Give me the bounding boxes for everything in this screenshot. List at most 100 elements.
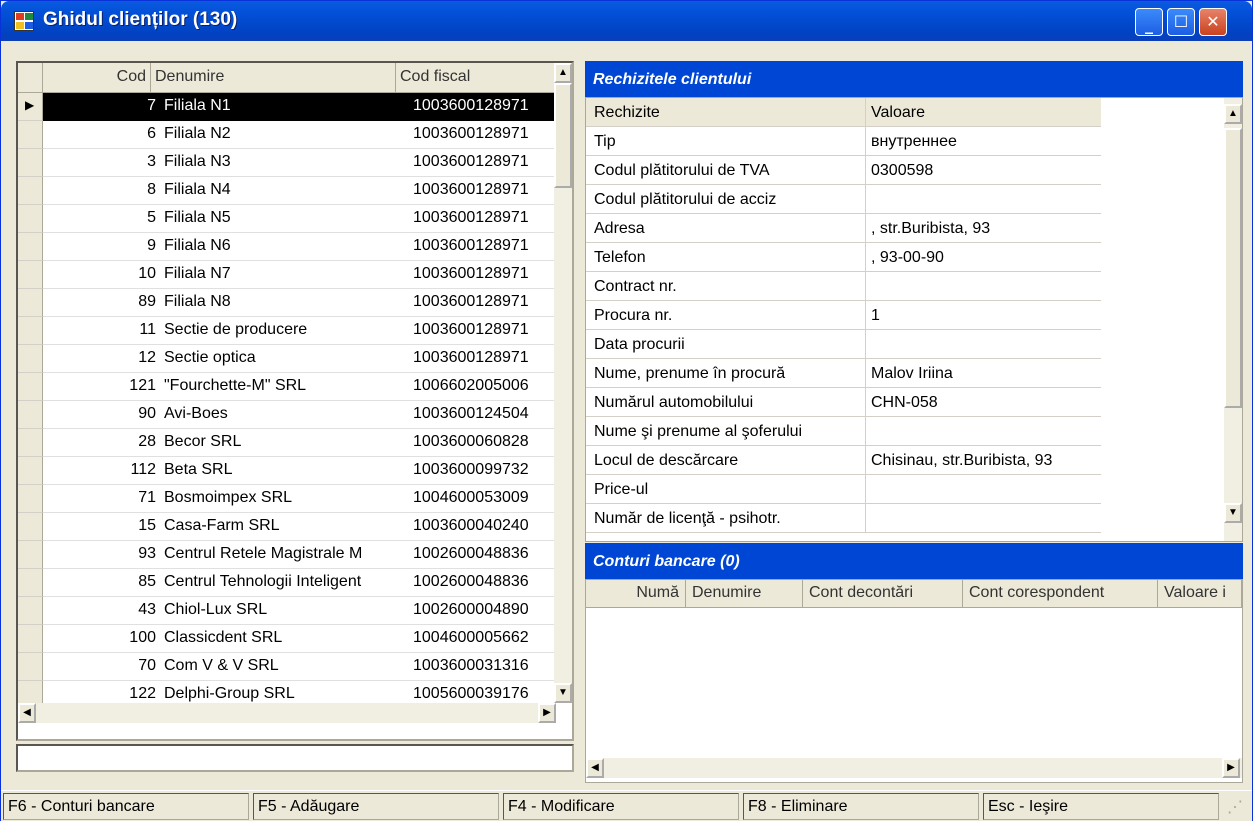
table-row[interactable]: 9 Filiala N6 1003600128971 [43, 233, 556, 261]
requisites-scrollbar[interactable]: ▲ ▼ [1224, 98, 1242, 541]
property-value[interactable]: 0300598 [871, 162, 933, 180]
column-header-denumire[interactable]: Denumire [151, 63, 396, 93]
table-row[interactable]: 8 Filiala N4 1003600128971 [43, 177, 556, 205]
table-row[interactable]: 43 Chiol-Lux SRL 1002600004890 [43, 597, 556, 625]
row-header[interactable] [18, 597, 43, 625]
table-row[interactable]: 7 Filiala N1 1003600128971 [43, 93, 556, 121]
table-row[interactable]: 70 Com V & V SRL 1003600031316 [43, 653, 556, 681]
table-row[interactable]: 121 "Fourchette-M" SRL 1006602005006 [43, 373, 556, 401]
minimize-button[interactable]: _ [1135, 8, 1163, 36]
property-row[interactable]: Tip внутреннее [586, 127, 1101, 156]
table-row[interactable]: 3 Filiala N3 1003600128971 [43, 149, 556, 177]
property-value[interactable]: внутреннее [871, 133, 957, 151]
table-row[interactable]: 93 Centrul Retele Magistrale M 10026000488… [43, 541, 556, 569]
property-row[interactable]: Procura nr. 1 [586, 301, 1101, 330]
row-header[interactable] [18, 289, 43, 317]
row-header[interactable] [18, 177, 43, 205]
property-row[interactable]: Numărul automobilului CHN-058 [586, 388, 1101, 417]
bank-col-denumire[interactable]: Denumire [686, 580, 803, 608]
scroll-down-button[interactable]: ▼ [554, 683, 572, 703]
row-header[interactable] [18, 373, 43, 401]
row-header[interactable] [18, 345, 43, 373]
table-row[interactable]: 89 Filiala N8 1003600128971 [43, 289, 556, 317]
resize-grip-icon[interactable]: ⋰ [1223, 793, 1250, 820]
row-header[interactable] [18, 457, 43, 485]
bank-col-cont-corespondent[interactable]: Cont corespondent [963, 580, 1158, 608]
table-row[interactable]: 10 Filiala N7 1003600128971 [43, 261, 556, 289]
row-header[interactable] [18, 149, 43, 177]
row-header[interactable] [18, 541, 43, 569]
property-row[interactable]: Codul plătitorului de acciz [586, 185, 1101, 214]
row-header[interactable] [18, 233, 43, 261]
property-row[interactable]: Telefon , 93-00-90 [586, 243, 1101, 272]
row-header[interactable] [18, 569, 43, 597]
table-row[interactable]: 5 Filiala N5 1003600128971 [43, 205, 556, 233]
maximize-button[interactable]: ☐ [1167, 8, 1195, 36]
requisites-grid[interactable]: Rechizite Valoare Tip внутреннее Codul plă… [585, 97, 1243, 542]
scroll-thumb[interactable] [1224, 128, 1242, 408]
grid-horizontal-scrollbar[interactable]: ◀ ▶ [18, 703, 556, 723]
property-row[interactable]: Nume, prenume în procură Malov Iriina [586, 359, 1101, 388]
scroll-down-button[interactable]: ▼ [1224, 503, 1242, 523]
row-header[interactable] [18, 121, 43, 149]
row-header[interactable] [18, 429, 43, 457]
row-header[interactable]: ▶ [18, 93, 43, 121]
property-row[interactable]: Codul plătitorului de TVA 0300598 [586, 156, 1101, 185]
property-row[interactable]: Adresa , str.Buribista, 93 [586, 214, 1101, 243]
property-row[interactable]: Price-ul [586, 475, 1101, 504]
status-esc[interactable]: Esc - Ieşire [983, 793, 1219, 820]
table-row[interactable]: 85 Centrul Tehnologii Inteligent 100260004… [43, 569, 556, 597]
status-f8[interactable]: F8 - Eliminare [743, 793, 979, 820]
table-row[interactable]: 90 Avi-Boes 1003600124504 [43, 401, 556, 429]
scroll-right-button[interactable]: ▶ [538, 703, 556, 723]
scroll-up-button[interactable]: ▲ [554, 63, 572, 83]
banks-grid[interactable]: Numă Denumire Cont decontări Cont coresp… [585, 579, 1243, 783]
clients-grid[interactable]: Cod Denumire Cod fiscal ▶ 7 Filiala N1 1003… [16, 61, 574, 741]
status-f6[interactable]: F6 - Conturi bancare [3, 793, 249, 820]
property-row[interactable]: Nume şi prenume al şoferului [586, 417, 1101, 446]
banks-horizontal-scrollbar[interactable]: ◀ ▶ [586, 758, 1242, 778]
row-header[interactable] [18, 401, 43, 429]
row-header[interactable] [18, 317, 43, 345]
table-row[interactable]: 112 Beta SRL 1003600099732 [43, 457, 556, 485]
column-header-cod-fiscal[interactable]: Cod fiscal [396, 63, 556, 93]
property-row[interactable]: Data procurii [586, 330, 1101, 359]
table-row[interactable]: 11 Sectie de producere 1003600128971 [43, 317, 556, 345]
property-value[interactable]: 1 [871, 307, 880, 325]
property-value[interactable]: , 93-00-90 [871, 249, 944, 267]
table-row[interactable]: 6 Filiala N2 1003600128971 [43, 121, 556, 149]
property-value[interactable]: Chisinau, str.Buribista, 93 [871, 452, 1052, 470]
property-row[interactable]: Locul de descărcare Chisinau, str.Buribis… [586, 446, 1101, 475]
row-header[interactable] [18, 485, 43, 513]
table-row[interactable]: 71 Bosmoimpex SRL 1004600053009 [43, 485, 556, 513]
table-row[interactable]: 100 Classicdent SRL 1004600005662 [43, 625, 556, 653]
row-header[interactable] [18, 653, 43, 681]
row-header[interactable] [18, 205, 43, 233]
title-bar[interactable]: Ghidul clienților (130) _ ☐ ✕ [1, 1, 1252, 41]
scroll-left-button[interactable]: ◀ [18, 703, 36, 723]
table-row[interactable]: 28 Becor SRL 1003600060828 [43, 429, 556, 457]
scroll-left-button[interactable]: ◀ [586, 758, 604, 778]
table-row[interactable]: 15 Casa-Farm SRL 1003600040240 [43, 513, 556, 541]
status-f4[interactable]: F4 - Modificare [503, 793, 739, 820]
table-row[interactable]: 12 Sectie optica 1003600128971 [43, 345, 556, 373]
property-value[interactable]: CHN-058 [871, 394, 938, 412]
row-header[interactable] [18, 261, 43, 289]
row-header[interactable] [18, 625, 43, 653]
grid-vertical-scrollbar[interactable]: ▲ ▼ [554, 63, 572, 703]
property-row[interactable]: Număr de licenţă - psihotr. [586, 504, 1101, 533]
column-header-cod[interactable]: Cod [43, 63, 151, 93]
scroll-thumb[interactable] [554, 83, 572, 188]
status-f5[interactable]: F5 - Adăugare [253, 793, 499, 820]
property-value[interactable]: Malov Iriina [871, 365, 953, 383]
bank-col-numar[interactable]: Numă [586, 580, 686, 608]
scroll-up-button[interactable]: ▲ [1224, 104, 1242, 124]
bank-col-cont-decontari[interactable]: Cont decontări [803, 580, 963, 608]
close-button[interactable]: ✕ [1199, 8, 1227, 36]
property-value[interactable]: , str.Buribista, 93 [871, 220, 990, 238]
property-row[interactable]: Contract nr. [586, 272, 1101, 301]
search-input[interactable] [16, 744, 574, 772]
scroll-right-button[interactable]: ▶ [1222, 758, 1240, 778]
row-header[interactable] [18, 513, 43, 541]
bank-col-valoare[interactable]: Valoare i [1158, 580, 1242, 608]
